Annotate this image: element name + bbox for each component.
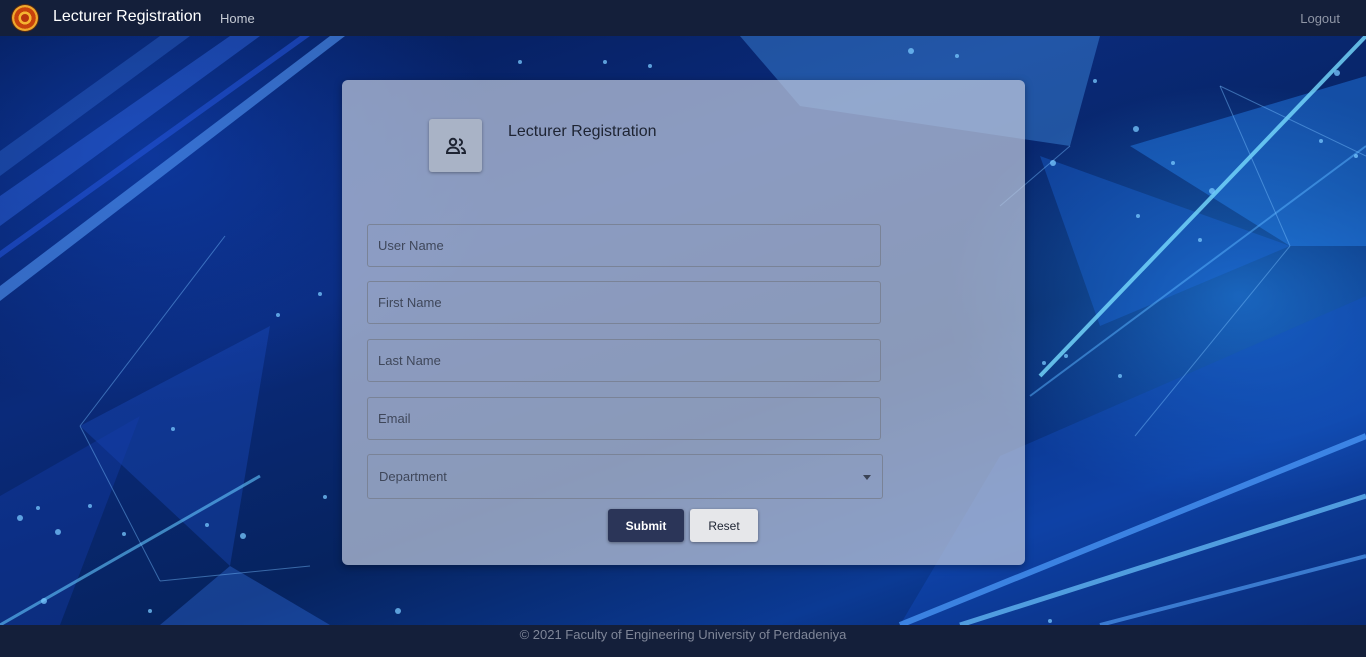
top-navbar: Lecturer Registration Home Logout	[0, 0, 1366, 36]
logout-link[interactable]: Logout	[1300, 11, 1340, 26]
caret-down-icon	[863, 475, 871, 480]
first-name-field[interactable]	[367, 281, 881, 324]
registration-form-card: Lecturer Registration Department Submit …	[342, 80, 1025, 565]
username-field[interactable]	[367, 224, 881, 267]
last-name-field[interactable]	[367, 339, 881, 382]
footer: © 2021 Faculty of Engineering University…	[0, 625, 1366, 657]
reset-button[interactable]: Reset	[690, 509, 758, 542]
department-select-label: Department	[379, 469, 447, 484]
nav-home-link[interactable]: Home	[220, 11, 255, 26]
people-icon	[429, 119, 482, 172]
university-crest-icon[interactable]	[12, 5, 38, 31]
footer-copyright: © 2021 Faculty of Engineering University…	[519, 627, 847, 642]
email-field[interactable]	[367, 397, 881, 440]
brand-title[interactable]: Lecturer Registration	[53, 8, 202, 26]
form-title: Lecturer Registration	[508, 123, 657, 140]
department-select[interactable]: Department	[367, 454, 883, 499]
submit-button[interactable]: Submit	[608, 509, 684, 542]
